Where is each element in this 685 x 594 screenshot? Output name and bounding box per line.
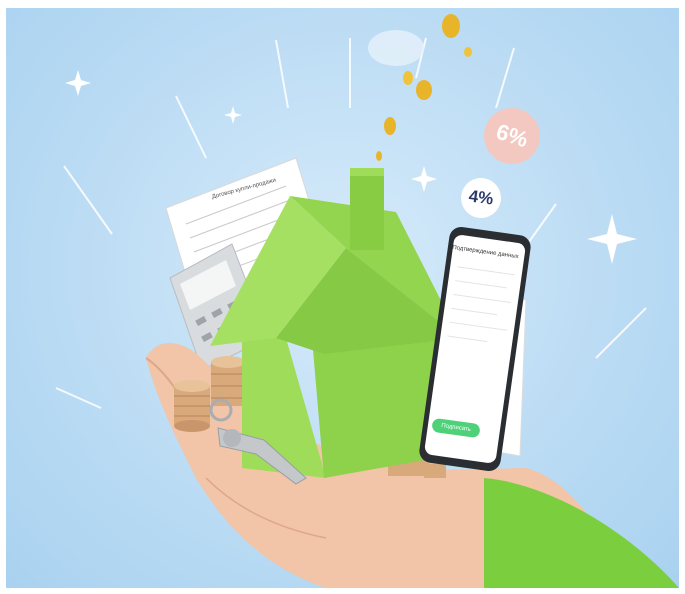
illustration-frame: 6% 4% Договор купли-продажи Подтверждени… bbox=[0, 0, 685, 594]
falling-coins bbox=[368, 14, 472, 161]
sky-background: 6% 4% Договор купли-продажи Подтверждени… bbox=[6, 8, 679, 588]
coin-stack-left bbox=[174, 380, 210, 432]
coin-stack-middle bbox=[211, 356, 245, 406]
chimney bbox=[350, 170, 384, 250]
sparkle-icon bbox=[65, 70, 91, 96]
sparkle-icon bbox=[411, 166, 437, 192]
sparkle-icon bbox=[224, 106, 242, 124]
green-sleeve bbox=[484, 478, 679, 588]
scene-svg bbox=[55, 14, 679, 588]
sparkle-icon bbox=[587, 214, 637, 264]
